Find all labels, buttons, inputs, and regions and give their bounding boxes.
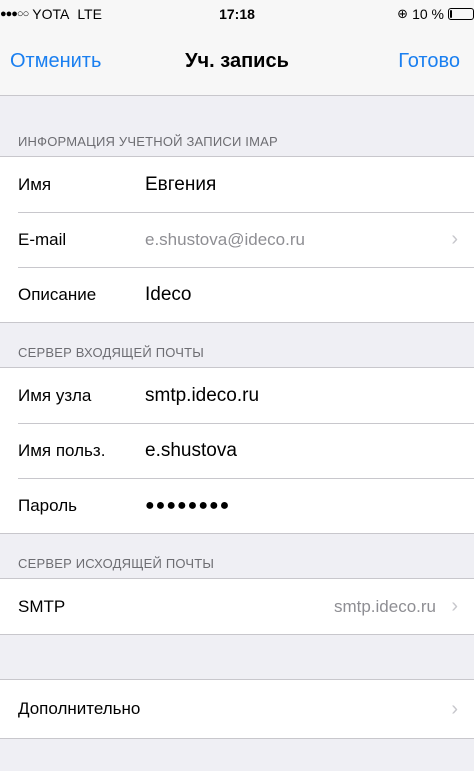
password-label: Пароль xyxy=(18,495,77,515)
battery-percent: 10 % xyxy=(412,6,444,22)
advanced-group: Дополнительно › xyxy=(0,679,474,739)
hostname-field[interactable]: smtp.ideco.ru xyxy=(145,385,458,407)
description-label: Описание xyxy=(18,284,97,304)
advanced-row[interactable]: Дополнительно › xyxy=(0,680,474,738)
name-label: Имя xyxy=(18,174,52,194)
name-row[interactable]: Имя Евгения xyxy=(0,157,474,212)
description-field[interactable]: Ideco xyxy=(145,284,458,306)
chevron-right-icon: › xyxy=(451,228,458,250)
battery-fill xyxy=(450,10,452,18)
incoming-group: Имя узла smtp.ideco.ru Имя польз. e.shus… xyxy=(0,367,474,534)
status-bar: ●●●○○ YOTA LTE 17:18 ⊕ 10 % xyxy=(0,0,474,28)
chevron-right-icon: › xyxy=(451,697,458,720)
description-row[interactable]: Описание Ideco xyxy=(0,267,474,322)
email-value: e.shustova@ideco.ru xyxy=(145,229,305,249)
username-field[interactable]: e.shustova xyxy=(145,440,458,462)
section-header-imap: ИНФОРМАЦИЯ УЧЕТНОЙ ЗАПИСИ IMAP xyxy=(18,134,278,149)
imap-group: Имя Евгения E-mail e.shustova@ideco.ru ›… xyxy=(0,156,474,323)
password-row[interactable]: Пароль ●●●●●●●● xyxy=(0,478,474,533)
email-row[interactable]: E-mail e.shustova@ideco.ru › xyxy=(0,212,474,267)
chevron-right-icon: › xyxy=(451,595,458,617)
username-label: Имя польз. xyxy=(18,440,106,460)
smtp-row[interactable]: SMTP smtp.ideco.ru › xyxy=(0,579,474,634)
outgoing-group: SMTP smtp.ideco.ru › xyxy=(0,578,474,635)
battery-icon xyxy=(448,8,474,20)
hostname-row[interactable]: Имя узла smtp.ideco.ru xyxy=(0,368,474,423)
rotation-lock-icon: ⊕ xyxy=(397,6,409,21)
advanced-label: Дополнительно xyxy=(18,699,141,718)
status-right: ⊕ 10 % xyxy=(397,6,474,22)
section-header-incoming: СЕРВЕР ВХОДЯЩЕЙ ПОЧТЫ xyxy=(18,345,205,360)
section-header-outgoing: СЕРВЕР ИСХОДЯЩЕЙ ПОЧТЫ xyxy=(18,556,215,571)
smtp-label: SMTP xyxy=(18,596,66,616)
hostname-label: Имя узла xyxy=(18,385,92,405)
smtp-value: smtp.ideco.ru xyxy=(333,596,436,616)
name-field[interactable]: Евгения xyxy=(145,174,458,196)
navigation-bar: Отменить Уч. запись Готово xyxy=(0,28,474,96)
username-row[interactable]: Имя польз. e.shustova xyxy=(0,423,474,478)
done-button[interactable]: Готово xyxy=(398,50,460,73)
email-label: E-mail xyxy=(18,229,67,249)
password-field[interactable]: ●●●●●●●● xyxy=(145,497,458,515)
